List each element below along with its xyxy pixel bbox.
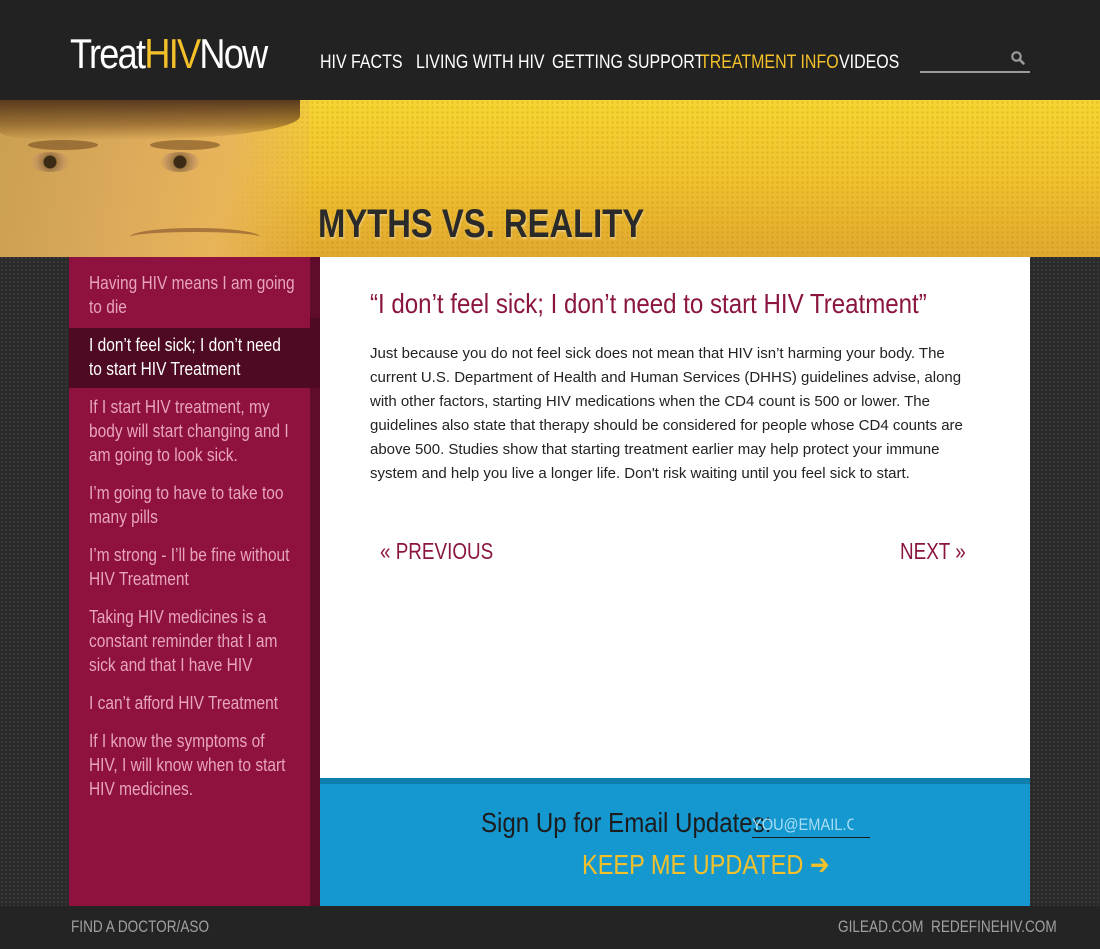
myth-title: “I don’t feel sick; I don’t need to star… xyxy=(370,288,927,319)
sidebar-item-dont-feel-sick[interactable]: I don’t feel sick; I don’t need to start… xyxy=(69,328,310,388)
footer-link-redefinehiv[interactable]: REDEFINEHIV.COM xyxy=(931,916,1057,938)
sidebar-item-im-strong[interactable]: I’m strong - I’ll be fine without HIV Tr… xyxy=(69,543,310,591)
content-panel xyxy=(320,257,1030,778)
sidebar-item-label: I’m strong - I’ll be fine without HIV Tr… xyxy=(89,545,290,589)
logo-part-treat: Treat xyxy=(70,30,146,77)
email-signup-band xyxy=(320,784,1030,906)
sidebar-item-body-changing[interactable]: If I start HIV treatment, my body will s… xyxy=(69,395,310,467)
active-item-pointer xyxy=(310,318,320,388)
sidebar-item-know-symptoms[interactable]: If I know the symptoms of HIV, I will kn… xyxy=(69,729,310,801)
next-link[interactable]: NEXT » xyxy=(900,537,966,565)
sidebar-item-label: Taking HIV medicines is a constant remin… xyxy=(89,607,278,675)
sidebar-item-too-many-pills[interactable]: I’m going to have to take too many pills xyxy=(69,481,310,529)
myths-sidebar: Having HIV means I am going to die I don… xyxy=(69,257,310,906)
search-input[interactable] xyxy=(920,46,1006,70)
nav-item-hiv-facts[interactable]: HIV FACTS xyxy=(320,50,402,76)
sidebar-item-cant-afford[interactable]: I can’t afford HIV Treatment xyxy=(69,691,310,715)
previous-link[interactable]: « PREVIOUS xyxy=(380,537,493,565)
sidebar-item-label: If I know the symptoms of HIV, I will kn… xyxy=(89,731,286,799)
keep-me-updated-button[interactable]: KEEP ME UPDATED ➔ xyxy=(582,848,830,882)
hero-face-image xyxy=(0,100,310,257)
nav-item-treatment-info[interactable]: TREATMENT INFO xyxy=(700,50,839,76)
nav-item-videos[interactable]: VIDEOS xyxy=(839,50,899,76)
logo-part-now: Now xyxy=(199,30,268,77)
search-box xyxy=(920,46,1030,73)
sidebar-item-label: I’m going to have to take too many pills xyxy=(89,483,284,527)
nav-item-getting-support[interactable]: GETTING SUPPORT xyxy=(552,50,704,76)
footer-link-gilead[interactable]: GILEAD.COM xyxy=(838,916,923,938)
email-field-wrapper xyxy=(752,814,870,838)
sidebar-item-label: If I start HIV treatment, my body will s… xyxy=(89,397,289,465)
signup-label: Sign Up for Email Updates: xyxy=(481,807,772,838)
email-input[interactable] xyxy=(752,814,854,836)
logo-part-hiv: HIV xyxy=(144,30,201,77)
sidebar-item-label: I can’t afford HIV Treatment xyxy=(89,693,279,713)
page-title: MYTHS VS. REALITY xyxy=(318,202,645,246)
search-icon[interactable] xyxy=(1010,50,1026,66)
sidebar-item-constant-reminder[interactable]: Taking HIV medicines is a constant remin… xyxy=(69,605,310,677)
sidebar-item-label: I don’t feel sick; I don’t need to start… xyxy=(89,335,281,379)
site-logo[interactable]: TreatHIVNow xyxy=(70,30,268,77)
sidebar-item-going-to-die[interactable]: Having HIV means I am going to die xyxy=(69,271,310,319)
nav-item-living-with-hiv[interactable]: LIVING WITH HIV xyxy=(416,50,545,76)
myth-body-text: Just because you do not feel sick does n… xyxy=(370,345,963,482)
footer-link-find-doctor[interactable]: FIND A DOCTOR/ASO xyxy=(71,916,209,938)
sidebar-item-label: Having HIV means I am going to die xyxy=(89,273,295,317)
